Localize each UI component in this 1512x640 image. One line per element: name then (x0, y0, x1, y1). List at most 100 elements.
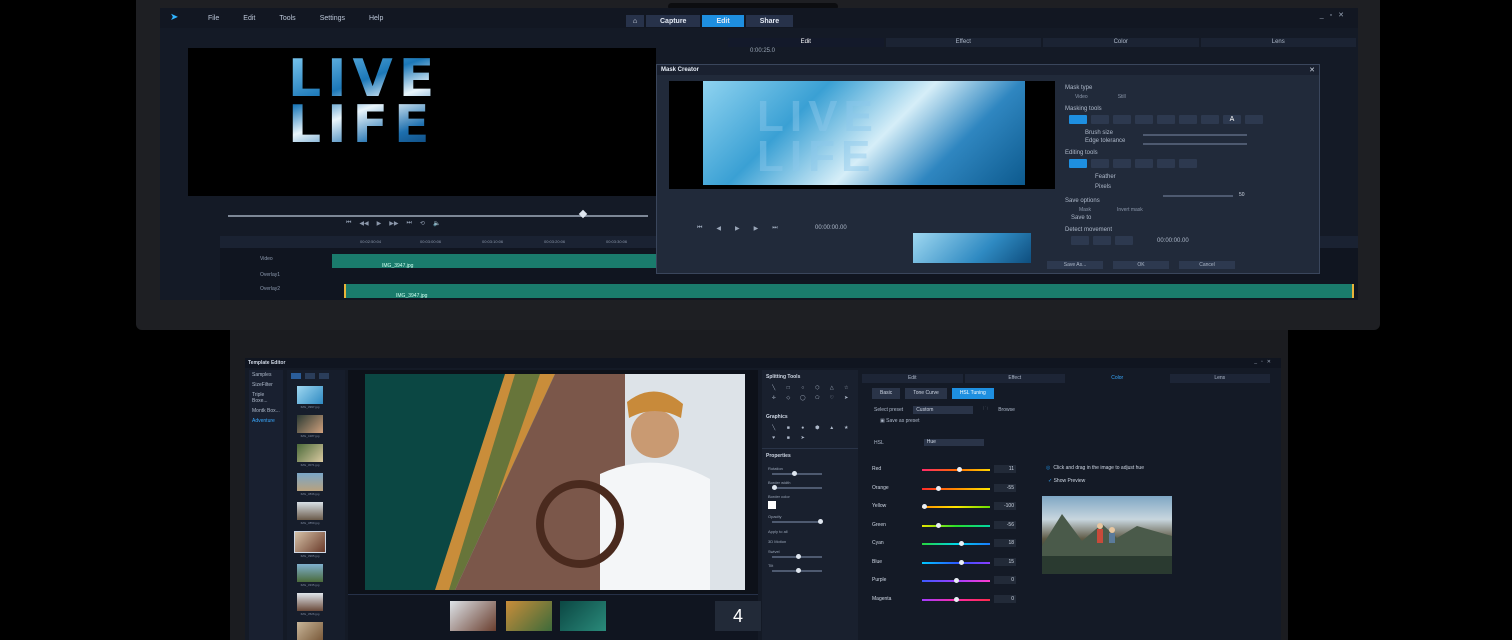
g-square-icon[interactable]: ■ (783, 435, 795, 441)
tab-color[interactable]: Color (1043, 38, 1199, 47)
ok-button[interactable]: OK (1113, 261, 1169, 269)
media-thumb[interactable] (297, 415, 323, 433)
split-heart-icon[interactable]: ♡ (826, 395, 838, 401)
detect-timecode[interactable]: 00:00:00.00 (1157, 238, 1189, 244)
tab-edit[interactable]: Edit (728, 38, 884, 47)
subtab-basic[interactable]: Basic (872, 388, 901, 399)
overlay-track-clip[interactable]: IMG_3947.jpg (344, 284, 1354, 299)
media-thumb[interactable] (297, 564, 323, 582)
split-cross-icon[interactable]: ✛ (768, 395, 780, 401)
hsl-slider-value[interactable]: 15 (994, 557, 1016, 566)
g-circle-icon[interactable]: ● (797, 425, 809, 431)
hsl-slider-value[interactable]: -55 (994, 483, 1016, 492)
slider-knob[interactable] (796, 568, 801, 573)
tab-effect[interactable]: Effect (964, 374, 1065, 383)
slot-count[interactable]: 4 (715, 601, 761, 631)
mode-share[interactable]: Share (745, 15, 794, 27)
hsl-slider-track[interactable] (922, 522, 990, 528)
select-tool-icon[interactable] (1069, 159, 1087, 168)
folder-icon[interactable]: 🗀 (983, 406, 988, 414)
hsl-slider-knob[interactable] (957, 467, 963, 472)
hsl-slider-knob[interactable] (958, 559, 964, 565)
clear-icon[interactable] (1245, 115, 1263, 124)
hsl-slider-knob[interactable] (953, 596, 959, 602)
category-samples[interactable]: Samples (249, 370, 283, 380)
save-invert-mask-radio[interactable]: Invert mask (1117, 207, 1143, 213)
menu-tools[interactable]: Tools (279, 15, 295, 22)
text-icon[interactable]: A (1223, 115, 1241, 124)
brush-size-slider[interactable] (1143, 134, 1247, 136)
tilt-slider[interactable] (772, 568, 822, 573)
window-controls[interactable]: _▫✕ (1320, 11, 1350, 19)
hsl-slider-track[interactable] (922, 467, 990, 472)
subtab-hsl-tuning[interactable]: HSL Tuning (951, 388, 994, 399)
hsl-slider-value[interactable]: -100 (994, 502, 1016, 510)
split-line-icon[interactable]: ╲ (768, 385, 780, 391)
mask-type-video-radio[interactable]: Video (1075, 94, 1088, 100)
save-as-button[interactable]: Save As... (1047, 261, 1103, 269)
target-adjust-icon[interactable]: ◎ (1046, 465, 1050, 471)
swivel-slider[interactable] (772, 554, 822, 559)
media-thumb[interactable] (297, 593, 323, 611)
hsl-slider-value[interactable]: 11 (994, 465, 1016, 473)
detect-all-icon[interactable] (1115, 236, 1133, 245)
media-thumb[interactable] (297, 502, 323, 520)
apply-to-all-checkbox[interactable]: Apply to all (762, 529, 858, 534)
pixels-slider[interactable] (1163, 195, 1233, 197)
detect-step-icon[interactable] (1093, 236, 1111, 245)
hsl-slider-knob[interactable] (953, 578, 959, 583)
save-as-preset-button[interactable]: ▣ Save as preset (880, 418, 919, 424)
photo-filter-icon[interactable] (305, 373, 315, 379)
hsl-slider-track[interactable] (922, 504, 990, 509)
media-thumb[interactable] (297, 622, 323, 640)
tab-lens[interactable]: Lens (1200, 38, 1356, 47)
border-color-swatch[interactable] (768, 501, 776, 509)
edge-tolerance-slider[interactable] (1143, 143, 1247, 145)
media-thumb[interactable] (297, 444, 323, 462)
hsl-slider-value[interactable]: -56 (994, 520, 1016, 529)
rect-select-icon[interactable] (1113, 115, 1131, 124)
split-triangle-icon[interactable]: △ (826, 385, 838, 391)
hsl-slider-knob[interactable] (959, 541, 965, 546)
menu-settings[interactable]: Settings (320, 15, 345, 22)
category-triple[interactable]: Triple Boxe... (249, 390, 283, 406)
g-hex-icon[interactable]: ⬢ (812, 425, 824, 431)
hsl-slider-value[interactable]: 18 (994, 539, 1016, 547)
hsl-slider-knob[interactable] (922, 504, 927, 509)
step-back-icon[interactable]: ◀ (716, 225, 721, 232)
pixels-value[interactable]: 50 (1239, 192, 1245, 198)
slider-knob[interactable] (818, 519, 823, 524)
slider-knob[interactable] (772, 485, 777, 490)
opacity-slider[interactable] (772, 519, 823, 524)
subtab-tone-curve[interactable]: Tone Curve (905, 388, 947, 399)
duration-timecode[interactable]: 0:00:25.0 (750, 48, 775, 54)
slot-thumb[interactable] (506, 601, 552, 631)
cancel-button[interactable]: Cancel (1179, 261, 1235, 269)
hsl-slider-value[interactable]: 0 (994, 576, 1016, 584)
g-star-icon[interactable]: ★ (841, 425, 853, 431)
copy-tool-icon[interactable] (1113, 159, 1131, 168)
g-triangle-icon[interactable]: ▲ (826, 425, 838, 431)
split-arrow-icon[interactable]: ➤ (841, 395, 853, 401)
g-rect-icon[interactable]: ■ (783, 425, 795, 431)
mode-edit[interactable]: Edit (702, 15, 744, 27)
brush-icon[interactable] (1091, 115, 1109, 124)
hsl-slider-track[interactable] (922, 578, 990, 583)
ellipse-select-icon[interactable] (1135, 115, 1153, 124)
media-thumb[interactable] (297, 386, 323, 404)
step-forward-icon[interactable]: ▶▶ (389, 220, 398, 227)
step-back-icon[interactable]: ◀◀ (359, 220, 368, 227)
tab-effect[interactable]: Effect (885, 38, 1041, 47)
g-arrow-icon[interactable]: ➤ (797, 435, 809, 441)
video-track-clip[interactable]: IMG_3947.jpg (332, 254, 672, 269)
media-thumb[interactable] (297, 473, 323, 491)
split-diamond-icon[interactable]: ◇ (783, 395, 795, 401)
eraser-icon[interactable] (1157, 115, 1175, 124)
hsl-slider-track[interactable] (922, 559, 990, 565)
next-icon[interactable]: ⏭ (407, 220, 412, 227)
smart-brush-icon[interactable] (1069, 115, 1087, 124)
mask-preview[interactable]: LIVE LIFE (669, 81, 1055, 189)
category-montk[interactable]: Montk Box... (249, 406, 283, 416)
tab-lens[interactable]: Lens (1169, 374, 1270, 383)
previous-icon[interactable]: ⏮ (697, 225, 702, 232)
